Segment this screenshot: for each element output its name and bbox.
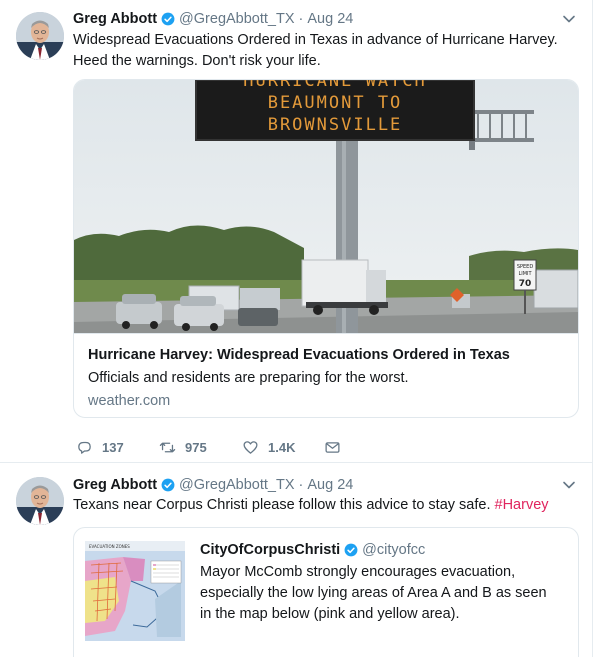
- retweet-button[interactable]: 975: [159, 439, 242, 456]
- card-image: HURRICANE WATCH BEAUMONT TO BROWNSVILLE: [74, 80, 578, 333]
- like-button[interactable]: 1.4K: [242, 439, 324, 456]
- heart-icon: [243, 440, 258, 454]
- sign-line-2: BEAUMONT TO: [268, 93, 403, 113]
- tweet-actions: 137 975 1.4K: [76, 437, 341, 457]
- reply-count: 137: [102, 439, 124, 455]
- card-domain[interactable]: weather.com: [88, 391, 564, 411]
- author-name[interactable]: Greg Abbott: [73, 11, 157, 27]
- quoted-map-image: EVACUATION ZONES: [85, 541, 185, 641]
- speed-sign-mid: LIMIT: [518, 271, 532, 277]
- tweet-date[interactable]: Aug 24: [307, 477, 353, 493]
- card-title[interactable]: Hurricane Harvey: Widespread Evacuations…: [88, 346, 564, 364]
- quoted-author-handle[interactable]: @cityofcc: [362, 542, 425, 558]
- retweet-icon: [159, 442, 176, 452]
- like-count: 1.4K: [268, 439, 296, 455]
- card-description: Officials and residents are preparing fo…: [88, 370, 409, 386]
- author-handle[interactable]: @GregAbbott_TX: [179, 477, 294, 493]
- reply-icon: [78, 441, 91, 454]
- speed-sign-top: SPEED: [517, 264, 534, 270]
- chevron-down-icon[interactable]: [562, 478, 576, 492]
- verified-badge-icon: [344, 543, 358, 557]
- envelope-icon: [325, 441, 340, 453]
- separator-dot: ·: [298, 477, 304, 493]
- retweet-count: 975: [185, 439, 207, 455]
- verified-badge-icon: [161, 12, 175, 26]
- card-body[interactable]: Hurricane Harvey: Widespread Evacuations…: [74, 333, 578, 417]
- timeline: Greg Abbott @GregAbbott_TX · Aug 24 Wide…: [0, 0, 593, 657]
- tweet-text-body: Texans near Corpus Christi please follow…: [73, 497, 491, 513]
- tweet-text: Texans near Corpus Christi please follow…: [73, 495, 573, 516]
- avatar[interactable]: [16, 12, 64, 60]
- author-handle[interactable]: @GregAbbott_TX: [179, 11, 294, 27]
- tweet[interactable]: Greg Abbott @GregAbbott_TX · Aug 24 Wide…: [0, 0, 592, 463]
- avatar[interactable]: [16, 477, 64, 525]
- separator-dot: ·: [298, 11, 304, 27]
- tweet-date[interactable]: Aug 24: [307, 11, 353, 27]
- quoted-author-name[interactable]: CityOfCorpusChristi: [200, 542, 340, 558]
- link-card[interactable]: HURRICANE WATCH BEAUMONT TO BROWNSVILLE: [73, 79, 579, 418]
- tweet-header: Greg Abbott @GregAbbott_TX · Aug 24: [73, 9, 353, 29]
- tweet-text: Widespread Evacuations Ordered in Texas …: [73, 32, 558, 69]
- reply-button[interactable]: 137: [76, 439, 159, 456]
- quoted-tweet-text: Mayor McComb strongly encourages evacuat…: [200, 564, 547, 622]
- direct-message-button[interactable]: [324, 439, 341, 456]
- chevron-down-icon[interactable]: [562, 12, 576, 26]
- hashtag-link[interactable]: #Harvey: [495, 497, 549, 513]
- sign-line-3: BROWNSVILLE: [268, 115, 403, 135]
- sign-line-1: HURRICANE WATCH: [243, 80, 427, 91]
- speed-sign-value: 70: [519, 279, 532, 289]
- author-name[interactable]: Greg Abbott: [73, 477, 157, 493]
- quoted-tweet-header: CityOfCorpusChristi @cityofcc: [200, 542, 425, 558]
- quoted-tweet[interactable]: EVACUATION ZONES CityOfCorpusChristi @ci…: [73, 527, 579, 657]
- map-title: EVACUATION ZONES: [89, 544, 130, 549]
- verified-badge-icon: [161, 478, 175, 492]
- tweet-header: Greg Abbott @GregAbbott_TX · Aug 24: [73, 475, 353, 495]
- tweet[interactable]: Greg Abbott @GregAbbott_TX · Aug 24 Texa…: [0, 464, 592, 657]
